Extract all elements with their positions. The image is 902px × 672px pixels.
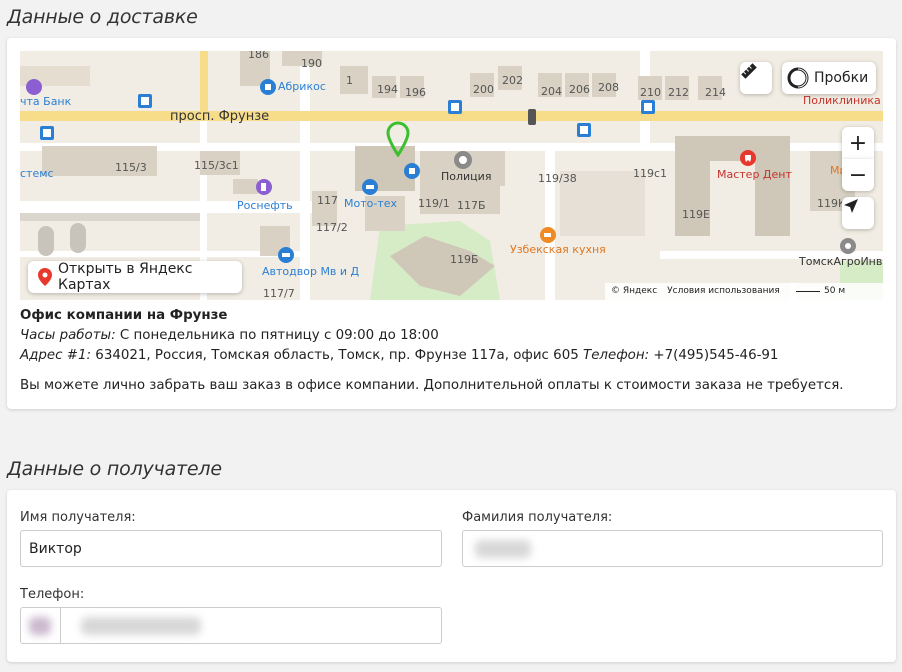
map-building-label: 119/38 (538, 172, 577, 185)
traffic-light-icon (528, 109, 536, 125)
shop-icon (404, 163, 420, 179)
office-address-value: 634021, Россия, Томская область, Томск, … (95, 348, 579, 363)
bank-icon (26, 79, 42, 95)
map-poi-tomsk-agro: ТомскАгроИнве (799, 255, 883, 268)
geolocation-button[interactable] (842, 197, 874, 229)
map-building-label: 202 (502, 74, 523, 87)
shop-icon (260, 79, 276, 95)
recipient-section-title: Данные о получателе (7, 458, 222, 480)
office-address-label: Адрес #1: (20, 348, 92, 363)
open-in-yandex-maps-button[interactable]: Открыть в Яндекс Картах (28, 261, 242, 293)
map-building-label: 117/2 (316, 221, 348, 234)
map[interactable]: просп. Фрунзе чта Банк Абрикос Поликлини… (20, 51, 883, 300)
bus-stop-icon (641, 100, 655, 114)
map-copyright-text: © Яндекс (611, 286, 658, 296)
office-address: Адрес #1: 634021, Россия, Томская област… (20, 346, 778, 366)
cafe-icon (540, 227, 556, 243)
map-scale: 50 м (790, 283, 883, 300)
map-building-label: 196 (405, 86, 426, 99)
bus-stop-icon (577, 123, 591, 137)
map-poi-bank: чта Банк (20, 95, 72, 108)
map-poi-uzbek: Узбекская кухня (510, 243, 606, 256)
map-building-label: 115/3с1 (194, 159, 239, 172)
map-pin-icon (38, 268, 52, 286)
map-building-label: 119с1 (633, 167, 668, 180)
map-copyright: © Яндекс Условия использования (605, 283, 796, 300)
map-building-label: 117/7 (263, 287, 295, 300)
first-name-input[interactable]: Виктор (20, 530, 442, 567)
map-poi-abrikos: Абрикос (278, 80, 326, 93)
bus-stop-icon (138, 94, 152, 108)
redacted-value (475, 540, 531, 558)
first-name-label: Имя получателя: (20, 510, 136, 525)
office-name: Офис компании на Фрунзе (20, 308, 228, 323)
ruler-icon (741, 63, 757, 79)
country-flag-icon (29, 617, 51, 635)
map-building-label: 210 (640, 86, 661, 99)
map-building-label: 208 (598, 81, 619, 94)
office-phone-value: +7(495)545-46-91 (653, 348, 779, 363)
map-building-label: 190 (301, 57, 322, 70)
pickup-note: Вы можете лично забрать ваш заказ в офис… (20, 378, 844, 393)
office-info: Офис компании на Фрунзе Часы работы: С п… (20, 306, 778, 366)
map-terms-link[interactable]: Условия использования (667, 286, 780, 296)
car-service-icon (362, 179, 378, 195)
office-hours-label: Часы работы: (20, 328, 116, 343)
country-code-selector[interactable] (21, 608, 61, 643)
fuel-icon (256, 179, 272, 195)
map-building-label: 204 (541, 85, 562, 98)
map-poi-politsiya: Полиция (441, 170, 492, 183)
map-building-label: 119Е (682, 208, 710, 221)
bus-stop-icon (448, 100, 462, 114)
map-poi-avtodvor: Автодвор Мв и Д (262, 265, 360, 278)
last-name-input[interactable] (462, 530, 883, 567)
location-pin-icon[interactable] (386, 121, 410, 157)
map-poi-stems: стемс (20, 167, 54, 180)
traffic-button[interactable]: Пробки (782, 62, 876, 94)
map-building-label: 200 (473, 83, 494, 96)
open-in-yandex-maps-label: Открыть в Яндекс Картах (58, 261, 193, 293)
place-icon (840, 238, 856, 254)
map-building-label: 117 (317, 194, 338, 207)
last-name-label: Фамилия получателя: (462, 510, 613, 525)
map-building-label: 117Б (457, 199, 486, 212)
recipient-card: Имя получателя: Виктор Фамилия получател… (7, 490, 896, 662)
zoom-out-button[interactable]: − (842, 159, 874, 191)
delivery-section-title: Данные о доставке (7, 6, 198, 28)
zoom-in-button[interactable]: + (842, 127, 874, 159)
map-building-label: 119/1 (418, 197, 450, 210)
office-phone-label: Телефон: (583, 348, 650, 363)
map-building-label: 206 (569, 83, 590, 96)
phone-label: Телефон: (20, 587, 85, 602)
police-icon (454, 151, 472, 169)
map-poi-master-dent: Мастер Дент (717, 168, 792, 181)
navigation-arrow-icon (844, 199, 858, 213)
phone-input[interactable] (20, 607, 442, 644)
delivery-card: просп. Фрунзе чта Банк Абрикос Поликлини… (7, 38, 896, 409)
map-building-label: 1 (346, 74, 353, 87)
map-building-label: 194 (377, 83, 398, 96)
map-poi-rosneft: Роснефть (237, 199, 293, 212)
car-service-icon (278, 247, 294, 263)
ruler-button[interactable] (740, 62, 772, 94)
traffic-icon (787, 67, 809, 89)
map-poi-mototeh: Мото-тех (344, 197, 398, 210)
map-building-label: 115/3 (115, 161, 147, 174)
map-street-label: просп. Фрунзе (170, 109, 270, 124)
bus-stop-icon (40, 126, 54, 140)
map-building-label: 186 (248, 51, 269, 61)
map-building-label: 212 (668, 86, 689, 99)
traffic-button-label: Пробки (814, 70, 869, 86)
dental-icon (740, 150, 756, 166)
office-hours: Часы работы: С понедельника по пятницу с… (20, 326, 778, 346)
map-building-label: 214 (705, 86, 726, 99)
map-building-label: 119Б (450, 253, 479, 266)
map-poi-poliklinika: Поликлиника М (803, 94, 883, 107)
redacted-value (81, 617, 201, 635)
office-hours-value: С понедельника по пятницу с 09:00 до 18:… (119, 328, 439, 343)
